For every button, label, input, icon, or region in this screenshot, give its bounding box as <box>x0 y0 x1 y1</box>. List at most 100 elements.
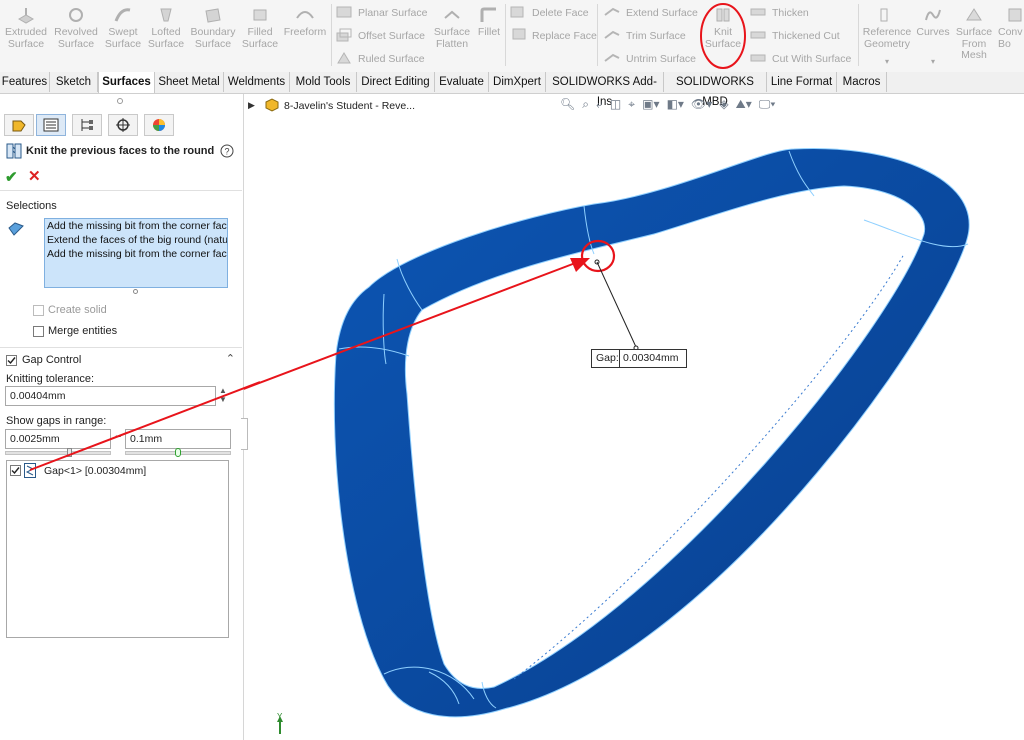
crosshair-icon <box>116 118 130 132</box>
extend-surface-button[interactable]: Extend Surface <box>604 3 698 23</box>
freeform-icon <box>295 6 315 24</box>
gap-max-slider-thumb[interactable] <box>175 448 181 457</box>
revolved-surface-button[interactable]: Revolved Surface <box>52 6 100 50</box>
tab-direct-editing[interactable]: Direct Editing <box>357 72 435 92</box>
gap-item-checkbox[interactable] <box>10 465 21 476</box>
tolerance-spinner[interactable]: ▲ ▼ <box>219 386 227 404</box>
thickened-cut-button[interactable]: Thickened Cut <box>750 26 840 46</box>
gap-item[interactable]: Gap<1> [0.00304mm] <box>44 465 146 477</box>
graphics-area[interactable]: ▶ 8-Javelin's Student - Reve... 🔍︎ ⌕ ⤶ ◫… <box>244 94 1024 740</box>
ruled-surface-button[interactable]: Ruled Surface <box>336 49 425 69</box>
list-item[interactable]: Add the missing bit from the corner face <box>45 219 227 233</box>
tab-mold-tools[interactable]: Mold Tools <box>290 72 357 92</box>
convert-to-bodies-button[interactable]: Conv Bo <box>998 6 1024 50</box>
command-manager-tabs: Features Sketch Surfaces Sheet Metal Wel… <box>0 72 1024 108</box>
gap-callout-value: 0.00304mm <box>623 352 679 364</box>
lofted-surface-button[interactable]: Lofted Surface <box>146 6 186 50</box>
property-manager: Knit the previous faces to the round ? ✔… <box>0 94 244 740</box>
resize-handle[interactable] <box>133 289 138 294</box>
untrim-surface-icon <box>604 53 620 62</box>
replace-face-button[interactable]: Replace Face <box>510 26 597 46</box>
list-item[interactable]: Add the missing bit from the corner face <box>45 247 227 261</box>
selections-heading: Selections <box>6 200 57 212</box>
tab-line-format[interactable]: Line Format <box>767 72 837 92</box>
offset-surface-button[interactable]: Offset Surface <box>336 26 425 46</box>
feature-tree-icon <box>12 120 26 132</box>
surface-from-mesh-button[interactable]: Surface From Mesh <box>954 6 994 62</box>
revolved-surface-icon <box>66 6 86 24</box>
gap-control-checkbox[interactable] <box>6 355 17 366</box>
untrim-surface-button[interactable]: Untrim Surface <box>604 49 696 69</box>
filled-surface-icon <box>250 6 270 24</box>
gap-icon <box>24 463 36 478</box>
tab-configuration-manager[interactable] <box>72 114 102 136</box>
fillet-icon <box>479 6 499 24</box>
ribbon-separator <box>331 4 332 66</box>
gap-max-input[interactable]: 0.1mm <box>125 429 231 449</box>
swept-surface-button[interactable]: Swept Surface <box>102 6 144 50</box>
tab-surfaces[interactable]: Surfaces <box>98 72 155 93</box>
help-icon[interactable]: ? <box>220 144 234 158</box>
delete-face-button[interactable]: Delete Face <box>510 3 589 23</box>
tab-sketch[interactable]: Sketch <box>50 72 98 92</box>
tab-dimxpert[interactable]: DimXpert <box>489 72 546 92</box>
gap-min-slider[interactable] <box>5 451 111 455</box>
tab-weldments[interactable]: Weldments <box>224 72 290 92</box>
tab-macros[interactable]: Macros <box>837 72 887 92</box>
tab-sheet-metal[interactable]: Sheet Metal <box>155 72 224 92</box>
tab-features[interactable]: Features <box>0 72 50 92</box>
filled-surface-button[interactable]: Filled Surface <box>240 6 280 50</box>
freeform-button[interactable]: Freeform <box>282 6 328 39</box>
extruded-surface-icon <box>16 6 36 24</box>
surface-flatten-button[interactable]: Surface Flatten <box>432 6 472 50</box>
list-item[interactable]: Extend the faces of the big round (natur… <box>45 233 227 247</box>
splitter-handle[interactable] <box>117 98 123 104</box>
convert-icon <box>1006 6 1024 24</box>
dropdown-arrow-icon[interactable]: ▾ <box>914 56 952 68</box>
create-solid-checkbox[interactable] <box>33 305 44 316</box>
gap-callout[interactable]: Gap: 0.00304mm <box>591 349 687 368</box>
display-manager-icon <box>153 119 165 131</box>
dropdown-arrow-icon[interactable]: ▾ <box>862 56 912 68</box>
fillet-button[interactable]: Fillet <box>474 6 504 39</box>
merge-entities-checkbox[interactable] <box>33 326 44 337</box>
divider <box>0 190 242 191</box>
thicken-icon <box>750 8 766 16</box>
tab-property-manager[interactable] <box>36 114 66 136</box>
tab-feature-manager[interactable] <box>4 114 34 136</box>
reference-geometry-icon <box>877 6 897 24</box>
property-manager-icon <box>43 118 59 132</box>
surface-flatten-icon <box>442 6 462 24</box>
ok-check-icon[interactable]: ✔ <box>5 168 18 186</box>
collapse-icon[interactable]: ⌃ <box>226 352 235 365</box>
knitting-tolerance-label: Knitting tolerance: <box>6 373 95 385</box>
page-title: Knit the previous faces to the round <box>26 145 215 157</box>
gap-min-input[interactable]: 0.0025mm <box>5 429 111 449</box>
cut-with-surface-button[interactable]: Cut With Surface <box>750 49 851 69</box>
annotation-arrowhead <box>570 258 590 272</box>
boundary-surface-button[interactable]: Boundary Surface <box>188 6 238 50</box>
tab-evaluate[interactable]: Evaluate <box>435 72 489 92</box>
thicken-button[interactable]: Thicken <box>750 3 809 23</box>
gaps-list[interactable]: Gap<1> [0.00304mm] <box>6 460 229 638</box>
extruded-surface-button[interactable]: Extruded Surface <box>2 6 50 50</box>
knitting-tolerance-input[interactable]: 0.00404mm <box>5 386 216 406</box>
surface-from-mesh-icon <box>964 6 984 24</box>
tab-dimxpert-manager[interactable] <box>108 114 138 136</box>
cancel-x-icon[interactable]: ✕ <box>28 167 41 185</box>
y-axis-label: Y <box>277 712 283 721</box>
tab-solidworks-add-ins[interactable]: SOLIDWORKS Add-Ins <box>546 72 664 108</box>
planar-surface-button[interactable]: Planar Surface <box>336 3 427 23</box>
check-icon <box>7 357 16 365</box>
knit-highlight-circle <box>700 3 746 69</box>
surface-body[interactable] <box>333 147 970 718</box>
show-gaps-label: Show gaps in range: <box>6 415 107 427</box>
gap-min-slider-thumb[interactable] <box>67 448 72 457</box>
reference-geometry-button[interactable]: Reference Geometry ▾ <box>862 6 912 68</box>
trim-surface-button[interactable]: Trim Surface <box>604 26 686 46</box>
merge-entities-label: Merge entities <box>48 325 118 337</box>
tab-solidworks-mbd[interactable]: SOLIDWORKS MBD <box>664 72 767 108</box>
tab-display-manager[interactable] <box>144 114 174 136</box>
selections-list[interactable]: Add the missing bit from the corner face… <box>44 218 228 288</box>
curves-button[interactable]: Curves ▾ <box>914 6 952 67</box>
